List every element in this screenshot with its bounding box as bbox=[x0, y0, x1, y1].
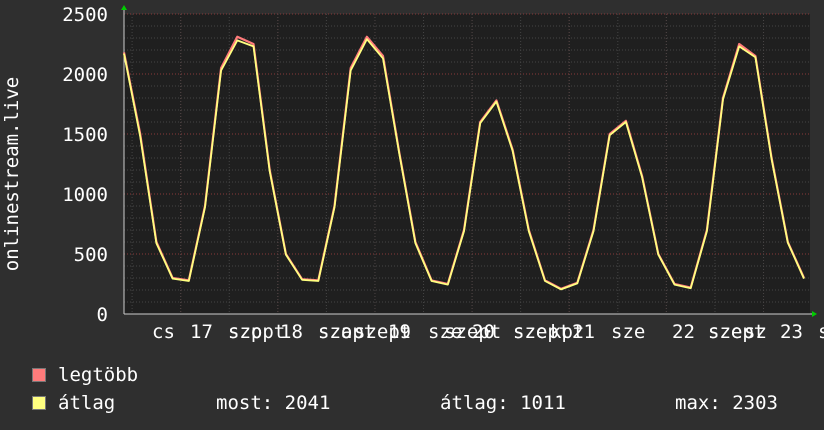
y-axis-arrow bbox=[121, 5, 127, 10]
y-tick-label: 500 bbox=[74, 244, 108, 266]
x-tick-label: 22 bbox=[672, 321, 695, 343]
x-axis-arrow bbox=[812, 311, 817, 317]
y-tick-label: 2500 bbox=[62, 4, 108, 26]
x-tick-label-overlap: szppt bbox=[228, 321, 285, 343]
x-tick-label-overlap: sz bbox=[744, 321, 767, 343]
legend: legtöbb átlag most: 2041 átlag: 1011 max… bbox=[32, 360, 822, 430]
legend-label-avg: átlag bbox=[58, 392, 116, 414]
y-tick-label: 1000 bbox=[62, 184, 108, 206]
x-tick-label: sze bbox=[611, 321, 645, 343]
x-tick-label-overlap: kpt bbox=[550, 321, 584, 343]
x-tick-label: 17 bbox=[190, 321, 213, 343]
stat-max: max: 2303 bbox=[675, 392, 778, 414]
y-axis-label: onlinestream.live bbox=[1, 77, 23, 271]
legend-item-avg: átlag bbox=[32, 390, 115, 416]
x-tick-label-overlap: szept bbox=[354, 321, 411, 343]
y-tick-label: 1500 bbox=[62, 124, 108, 146]
x-tick-label-overlap: szept bbox=[444, 321, 501, 343]
y-tick-label: 0 bbox=[97, 304, 108, 326]
legend-swatch-max bbox=[32, 368, 46, 382]
x-tick-label: s bbox=[818, 321, 824, 343]
legend-swatch-avg bbox=[32, 396, 46, 410]
y-tick-label: 2000 bbox=[62, 64, 108, 86]
stat-now: most: 2041 bbox=[216, 392, 331, 414]
x-tick-label: cs bbox=[152, 321, 175, 343]
x-tick-label: 23 bbox=[780, 321, 803, 343]
legend-item-max: legtöbb bbox=[32, 362, 138, 388]
stat-average: átlag: 1011 bbox=[440, 392, 566, 414]
plot-svg: 0 500 1000 1500 2000 2500 onlinestream.live cs 1… bbox=[1, 4, 824, 343]
legend-label-max: legtöbb bbox=[58, 364, 139, 386]
